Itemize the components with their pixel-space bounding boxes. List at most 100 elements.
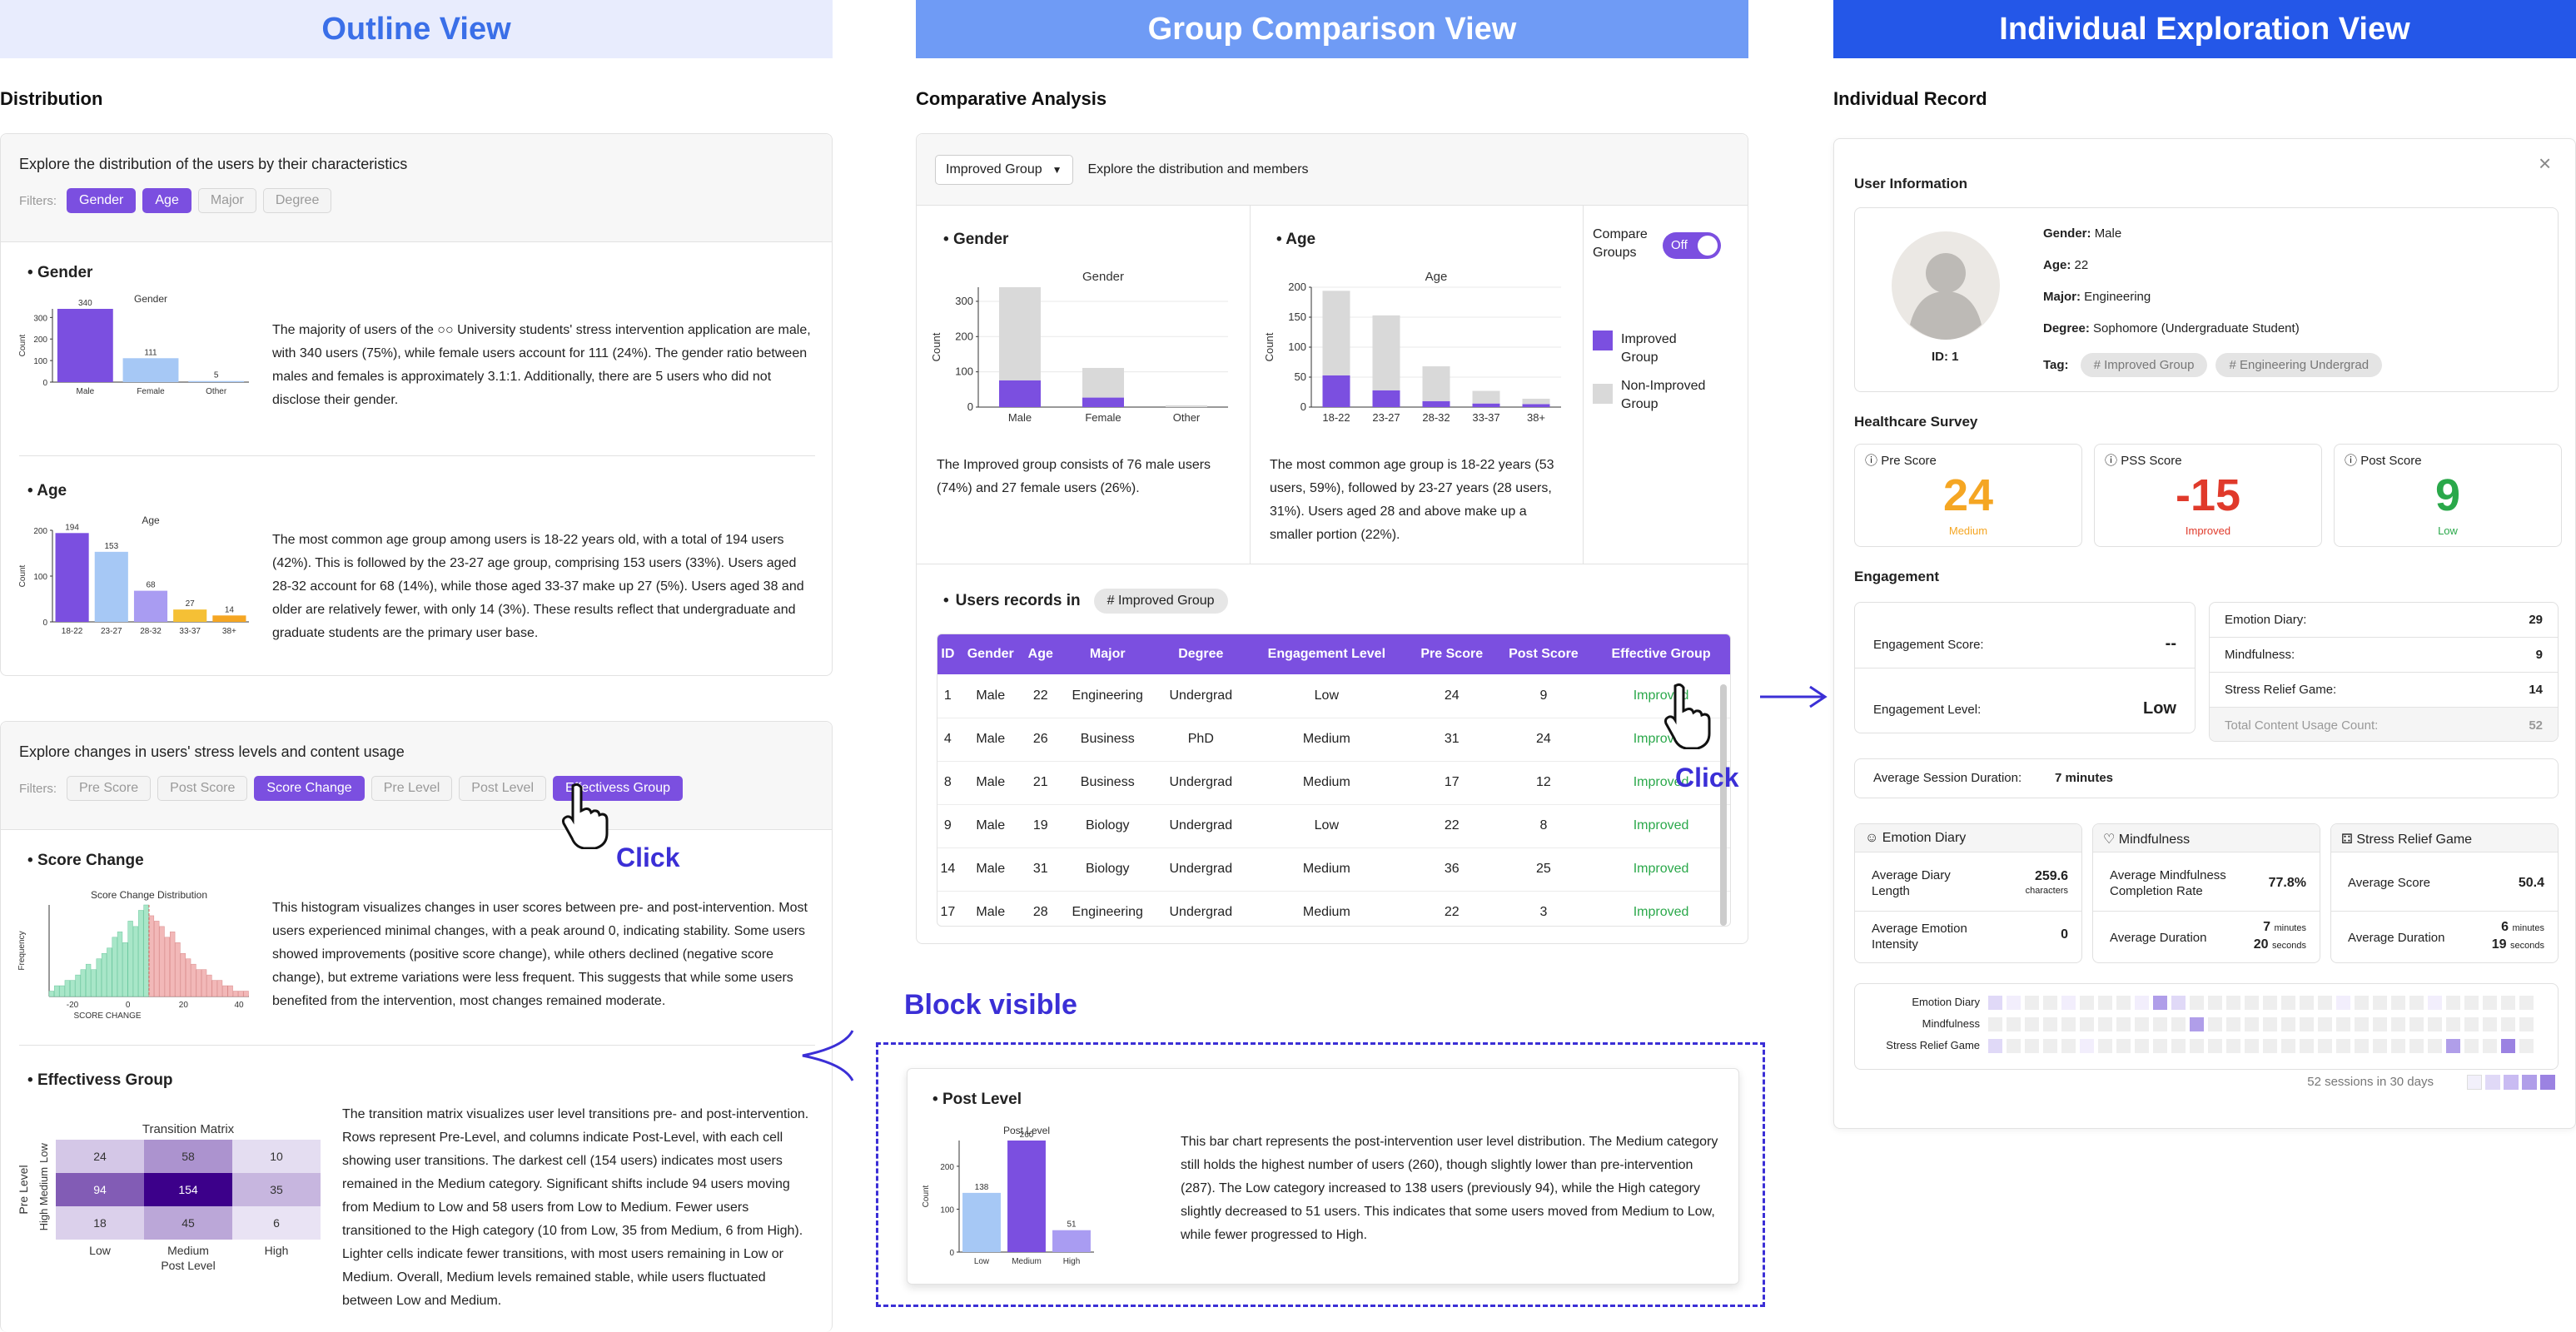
- heat-cell: [2391, 996, 2405, 1010]
- filter-gender[interactable]: Gender: [67, 188, 137, 213]
- histogram-bar: [80, 969, 86, 997]
- table-row[interactable]: 14 Male 31 Biology Undergrad Medium 36 25 Improv…: [937, 847, 1730, 892]
- table-row[interactable]: 9 Male 19 Biology Undergrad Low 22 8 Improved: [937, 804, 1730, 848]
- heat-cell: [2043, 1017, 2057, 1031]
- heat-cell: [2428, 996, 2442, 1010]
- histogram-bar: [196, 969, 201, 997]
- group-dropdown[interactable]: Improved Group ▼: [935, 154, 1073, 185]
- bar-23-27-0: [1372, 390, 1400, 407]
- bar-38+-1: [1522, 398, 1550, 405]
- heat-cell: [2501, 996, 2515, 1010]
- cell-label: 58: [182, 1150, 195, 1163]
- filter-post-score[interactable]: Post Score: [157, 776, 248, 801]
- hand-cursor-icon: [562, 783, 609, 849]
- heat-row-label: Mindfulness: [1922, 1017, 1980, 1030]
- cell-label: 35: [270, 1183, 283, 1196]
- heat-cell: [2318, 996, 2332, 1010]
- y-tick-label: 100: [955, 365, 973, 378]
- x-tick-label: 23-27: [101, 627, 122, 636]
- filter-age[interactable]: Age: [142, 188, 191, 213]
- y-tick-label: 100: [33, 573, 47, 582]
- heat-cell: [2446, 996, 2460, 1010]
- y-axis-label: Count: [18, 564, 27, 587]
- heat-cell: [2080, 1039, 2094, 1053]
- heat-cell: [2226, 1039, 2240, 1053]
- table-row[interactable]: 17 Male 28 Engineering Undergrad Medium 22 3 Imp…: [937, 891, 1730, 926]
- heat-cell: [2281, 996, 2295, 1010]
- individual-record-title: Individual Record: [1833, 88, 1987, 109]
- heat-cell: [2519, 1039, 2534, 1053]
- column-header[interactable]: Post Score: [1494, 634, 1593, 674]
- table-cell: Engineering: [1057, 891, 1157, 926]
- table-cell: Medium: [1244, 891, 1409, 926]
- column-header[interactable]: Age: [1022, 634, 1058, 674]
- table-row[interactable]: 8 Male 21 Business Undergrad Medium 17 12 Improv…: [937, 761, 1730, 805]
- table-cell: 31: [1022, 847, 1058, 892]
- cell-label: 94: [93, 1183, 107, 1196]
- usage-row: Mindfulness: 9: [2210, 638, 2558, 673]
- bar-18-22-0: [1322, 375, 1350, 407]
- compare-toggle[interactable]: Off: [1663, 232, 1721, 259]
- table-cell: 22: [1408, 891, 1495, 926]
- data-label: 340: [78, 299, 92, 308]
- table-cell: 14: [937, 847, 958, 892]
- x-tick-label: 23-27: [1372, 411, 1400, 424]
- column-header[interactable]: Effective Group: [1592, 634, 1730, 674]
- g-gender-heading: • Gender: [943, 231, 1009, 248]
- records-tag: # Improved Group: [1093, 589, 1228, 614]
- histogram-bar: [227, 985, 233, 997]
- filter-post-level[interactable]: Post Level: [459, 776, 547, 801]
- table-cell: 4: [937, 718, 958, 762]
- data-label: 111: [144, 348, 157, 357]
- column-header[interactable]: Gender: [957, 634, 1023, 674]
- heat-cell: [2464, 1039, 2479, 1053]
- histogram-bar: [216, 980, 223, 997]
- table-cell: PhD: [1156, 718, 1245, 762]
- tag-chip[interactable]: # Engineering Undergrad: [2215, 353, 2383, 377]
- column-header[interactable]: Degree: [1156, 634, 1245, 674]
- y-tick-label: 0: [42, 379, 47, 388]
- cell-label: 24: [93, 1150, 107, 1163]
- chart-title: Age: [1425, 270, 1448, 284]
- heat-cell: [2153, 1039, 2167, 1053]
- x-tick-label: Female: [1085, 411, 1121, 424]
- table-row[interactable]: 4 Male 26 Business PhD Medium 31 24 Improved: [937, 718, 1730, 762]
- user-field: Gender: Male: [2043, 226, 2122, 241]
- chart-title: Transition Matrix: [142, 1122, 235, 1136]
- table-scrollbar[interactable]: [1720, 684, 1727, 926]
- histogram-bar: [180, 952, 186, 997]
- close-icon[interactable]: ×: [2539, 151, 2551, 176]
- cell-label: 6: [273, 1216, 280, 1230]
- heat-cell: [2355, 1039, 2369, 1053]
- compare-groups-label: Compare Groups: [1593, 227, 1648, 260]
- filter-score-change[interactable]: Score Change: [254, 776, 365, 801]
- arrow-right-icon: [1760, 685, 1828, 708]
- y-axis-label: Count: [18, 334, 27, 356]
- cell-label: 18: [93, 1216, 107, 1230]
- y-tick-label: 300: [955, 295, 973, 307]
- game-r2-label: Average Duration: [2348, 931, 2445, 945]
- filter-pre-level[interactable]: Pre Level: [370, 776, 453, 801]
- column-header[interactable]: Major: [1057, 634, 1157, 674]
- session-label: Average Session Duration:: [1873, 771, 2022, 785]
- filter-pre-score[interactable]: Pre Score: [67, 776, 152, 801]
- column-header[interactable]: Pre Score: [1408, 634, 1495, 674]
- table-cell: Improved: [1592, 847, 1730, 892]
- table-row[interactable]: 1 Male 22 Engineering Undergrad Low 24 9 Improve…: [937, 674, 1730, 718]
- chart-title: Gender: [134, 293, 167, 305]
- column-header[interactable]: Engagement Level: [1244, 634, 1409, 674]
- y-axis-label: Count: [922, 1185, 931, 1207]
- table-cell: Improved: [1592, 891, 1730, 926]
- filter-major[interactable]: Major: [197, 188, 256, 213]
- histogram-bar: [138, 910, 144, 997]
- filter-degree[interactable]: Degree: [262, 188, 332, 213]
- bar-33-37-1: [1472, 390, 1500, 404]
- group-view-banner: Group Comparison View: [916, 0, 1748, 58]
- heat-cell: [2116, 1039, 2131, 1053]
- tag-chip[interactable]: # Improved Group: [2080, 353, 2208, 377]
- x-tick-label: 20: [179, 1001, 189, 1010]
- column-header[interactable]: ID: [937, 634, 958, 674]
- y-tick-label: 100: [33, 357, 47, 366]
- gender-bar-chart: Gender Count 0 100 200 300 340 Male 111 Female 5 Ot…: [18, 293, 249, 396]
- heat-cell: [2007, 996, 2021, 1010]
